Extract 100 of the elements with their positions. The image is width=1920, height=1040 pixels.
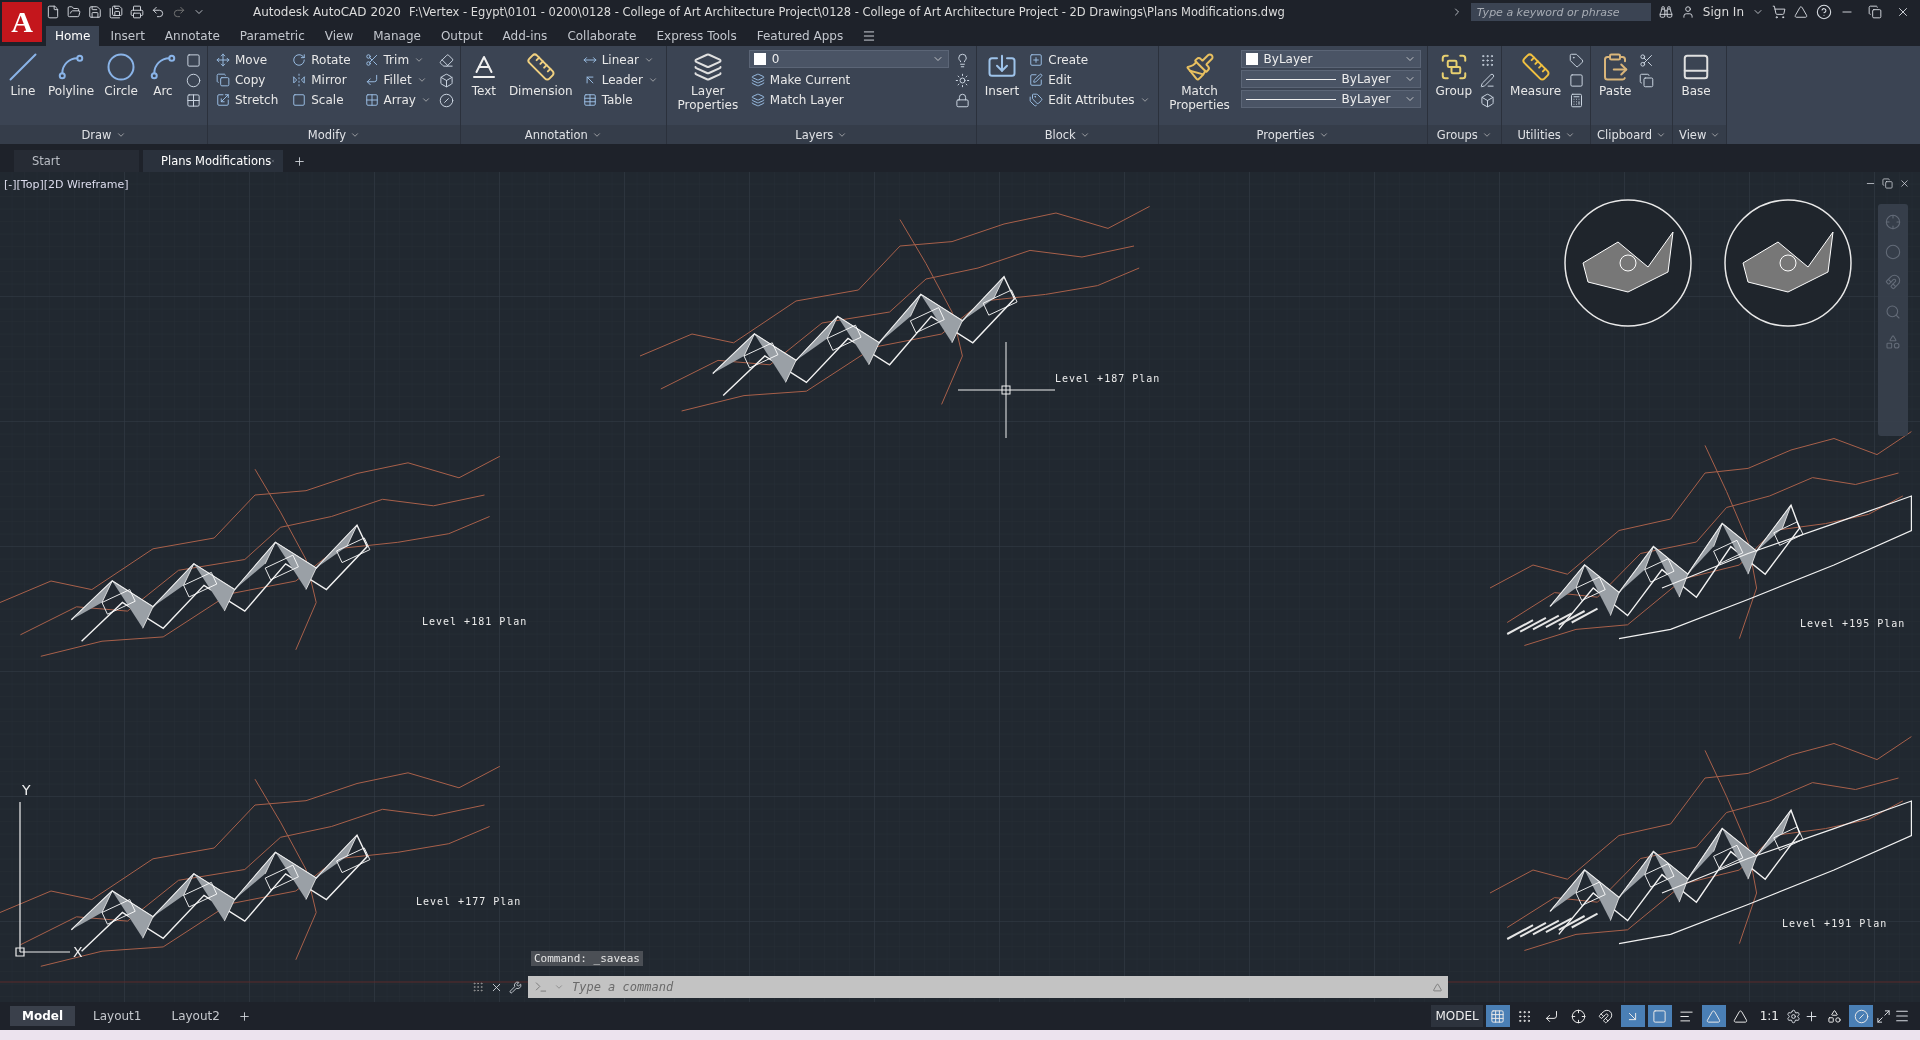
ribbon-tool[interactable]: Group: [1433, 50, 1475, 100]
ribbon-tab[interactable]: Home: [46, 26, 100, 46]
ribbon-tab[interactable]: Collaborate: [558, 26, 646, 46]
copy-icon[interactable]: [1639, 72, 1655, 88]
dropdown-field[interactable]: 0: [748, 50, 949, 68]
ribbon-tool[interactable]: Arc: [145, 50, 180, 100]
ribbon-tool[interactable]: Circle: [102, 50, 140, 100]
close-icon[interactable]: [1896, 5, 1910, 19]
ribbon-tab[interactable]: Express Tools: [647, 26, 746, 46]
ribbon-tab[interactable]: Add-ins: [493, 26, 557, 46]
ribbon-tool[interactable]: Edit Attributes: [1027, 90, 1152, 110]
redo-icon[interactable]: [172, 5, 186, 19]
ribbon-tool[interactable]: Linear: [580, 50, 660, 70]
document-tab[interactable]: Start: [14, 150, 139, 172]
annotation-scale-button[interactable]: 1:1: [1755, 1005, 1783, 1027]
ribbon-tab[interactable]: Annotate: [155, 26, 229, 46]
ribbon-tool[interactable]: Trim: [362, 50, 433, 70]
sign-in-link[interactable]: Sign In: [1702, 5, 1744, 19]
ellipse-icon[interactable]: [185, 72, 201, 88]
ribbon-tab[interactable]: View: [315, 26, 363, 46]
cut-icon[interactable]: [1639, 52, 1655, 68]
layout-tab[interactable]: Model: [10, 1006, 76, 1026]
ribbon-tool[interactable]: Dimension: [506, 50, 575, 100]
ribbon-tool[interactable]: Scale: [290, 90, 353, 110]
help-icon[interactable]: [1816, 4, 1832, 20]
close-icon[interactable]: [1899, 178, 1910, 189]
panel-toggle-icon[interactable]: [862, 29, 877, 43]
panel-title[interactable]: Draw: [0, 125, 207, 144]
dropdown-field[interactable]: ByLayer: [1240, 50, 1421, 68]
ribbon-tool[interactable]: Copy: [213, 70, 281, 90]
dropdown-field[interactable]: ByLayer: [1240, 90, 1421, 108]
binoculars-icon[interactable]: [1658, 5, 1673, 19]
panel-title[interactable]: Block: [976, 125, 1158, 144]
ribbon-tool[interactable]: Polyline: [46, 50, 97, 100]
panel-title[interactable]: Properties: [1158, 125, 1427, 144]
panel-title[interactable]: Annotation: [460, 125, 666, 144]
status-toggle[interactable]: [1849, 1005, 1873, 1027]
model-space-button[interactable]: MODEL: [1431, 1005, 1483, 1027]
lock-icon[interactable]: [954, 92, 970, 108]
restore-icon[interactable]: [1882, 178, 1893, 189]
ribbon-tool[interactable]: Create: [1027, 50, 1152, 70]
viewport-controls[interactable]: [-][Top][2D Wireframe]: [4, 178, 129, 191]
ribbon-tool[interactable]: Match Layer: [748, 90, 949, 110]
sun-icon[interactable]: [954, 72, 970, 88]
ungroup-icon[interactable]: [1480, 52, 1496, 68]
layout-tab[interactable]: Layout2: [159, 1006, 232, 1026]
ribbon-tab[interactable]: Parametric: [230, 26, 314, 46]
ribbon-tool[interactable]: Base: [1679, 50, 1714, 100]
command-field[interactable]: Type a command: [528, 976, 1448, 998]
ribbon-tool[interactable]: Insert: [982, 50, 1022, 100]
user-icon[interactable]: [1680, 5, 1695, 19]
panel-title[interactable]: Clipboard: [1591, 125, 1673, 144]
undo-icon[interactable]: [151, 5, 165, 19]
dropdown-field[interactable]: ByLayer: [1240, 70, 1421, 88]
restore-icon[interactable]: [1868, 5, 1882, 19]
ribbon-tool[interactable]: Rotate: [290, 50, 353, 70]
ribbon-tab[interactable]: Manage: [364, 26, 430, 46]
calculator-icon[interactable]: [1569, 92, 1585, 108]
search-field[interactable]: Type a keyword or phrase: [1470, 3, 1651, 21]
command-input[interactable]: Type a command: [570, 979, 1427, 995]
ribbon-tool[interactable]: Mirror: [290, 70, 353, 90]
eraser-icon[interactable]: [438, 52, 454, 68]
document-tab[interactable]: Plans Modifications: [143, 150, 283, 172]
group-edit-icon[interactable]: [1480, 72, 1496, 88]
panel-title[interactable]: Groups: [1427, 125, 1502, 144]
ribbon-tool[interactable]: Text: [466, 50, 501, 100]
panel-title[interactable]: Layers: [666, 125, 976, 144]
folder-icon[interactable]: [67, 5, 81, 19]
ribbon-tool[interactable]: Make Current: [748, 70, 949, 90]
rectangle-icon[interactable]: [185, 52, 201, 68]
save-as-icon[interactable]: [109, 5, 123, 19]
ribbon-tab[interactable]: Featured Apps: [747, 26, 853, 46]
ribbon-tool[interactable]: Measure: [1508, 50, 1564, 100]
status-toggle[interactable]: [1701, 1005, 1726, 1027]
ribbon-tool[interactable]: Line: [6, 50, 40, 100]
ribbon-tool[interactable]: Layer Properties: [672, 50, 743, 114]
ribbon-tab[interactable]: Output: [431, 26, 492, 46]
printer-icon[interactable]: [130, 5, 144, 19]
add-tab-icon[interactable]: [293, 155, 306, 168]
ribbon-tab[interactable]: Insert: [101, 26, 154, 46]
hatch-icon[interactable]: [185, 92, 201, 108]
ribbon-tool[interactable]: Leader: [580, 70, 660, 90]
status-toggle[interactable]: [1485, 1005, 1510, 1027]
panel-title[interactable]: View: [1673, 125, 1727, 144]
ribbon-tool[interactable]: Array: [362, 90, 433, 110]
panel-title[interactable]: Modify: [207, 125, 460, 144]
quick-select-icon[interactable]: [1569, 52, 1585, 68]
ribbon-tool[interactable]: Paste: [1597, 50, 1634, 100]
wrench-icon[interactable]: [509, 980, 522, 994]
status-toggle[interactable]: [1620, 1005, 1645, 1027]
cart-icon[interactable]: [1772, 5, 1786, 19]
new-file-icon[interactable]: [46, 5, 60, 19]
layout-tab[interactable]: Layout1: [81, 1006, 154, 1026]
menu-icon[interactable]: [1894, 1008, 1910, 1024]
add-layout-icon[interactable]: [237, 1009, 251, 1023]
ribbon-tool[interactable]: Edit: [1027, 70, 1152, 90]
ribbon-tool[interactable]: Stretch: [213, 90, 281, 110]
ribbon-tool[interactable]: Table: [580, 90, 660, 110]
fullscreen-icon[interactable]: [1876, 1008, 1891, 1024]
panel-title[interactable]: Utilities: [1502, 125, 1591, 144]
